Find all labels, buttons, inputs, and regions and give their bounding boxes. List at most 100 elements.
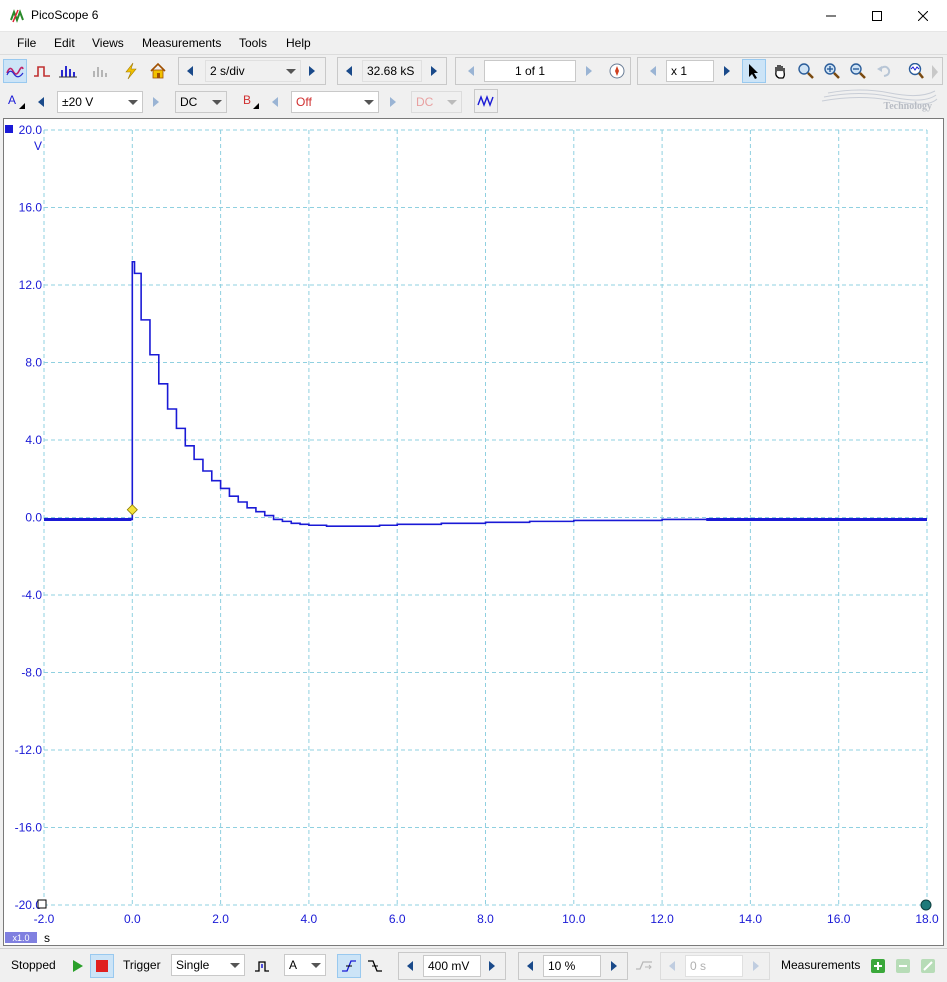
threshold-increase-button[interactable] xyxy=(483,955,501,977)
delay-increase-button xyxy=(747,955,765,977)
samples-group: 32.68 kS xyxy=(337,57,447,85)
pretrigger-decrease-button[interactable] xyxy=(521,955,539,977)
pretrigger-increase-button[interactable] xyxy=(605,955,623,977)
zoom-factor-field[interactable]: x 1 xyxy=(666,60,714,82)
trigger-marker[interactable] xyxy=(126,504,138,516)
y-tick-label: -8.0 xyxy=(21,666,42,680)
edit-measurement-icon xyxy=(916,954,940,978)
post-trigger-delay-icon xyxy=(632,954,656,978)
delay-field: 0 s xyxy=(685,955,743,977)
menu-help[interactable]: Help xyxy=(286,36,311,50)
samples-decrease-button[interactable] xyxy=(340,60,358,82)
zoom-group: x 1 xyxy=(637,57,943,85)
channel-a-range-select[interactable]: ±20 V xyxy=(57,91,143,113)
stop-icon[interactable] xyxy=(90,954,114,978)
menu-bar: File Edit Views Measurements Tools Help xyxy=(0,32,947,54)
home-icon[interactable] xyxy=(146,59,170,83)
rising-edge-icon[interactable] xyxy=(337,954,361,978)
measurements-label: Measurements xyxy=(781,958,861,972)
pretrigger-field[interactable]: 10 % xyxy=(543,955,601,977)
y-tick-label: 4.0 xyxy=(25,433,42,447)
y-tick-label: 12.0 xyxy=(19,278,43,292)
trigger-source-select[interactable]: A xyxy=(284,954,326,976)
samples-field[interactable]: 32.68 kS xyxy=(362,60,422,82)
timebase-increase-button[interactable] xyxy=(303,60,321,82)
delay-value: 0 s xyxy=(690,959,707,973)
channel-b-range-decrease[interactable] xyxy=(266,91,284,113)
pointer-tool-icon[interactable] xyxy=(742,59,766,83)
channel-b-label[interactable]: B xyxy=(243,93,251,107)
x-tick-label: 6.0 xyxy=(389,912,406,926)
samples-increase-button[interactable] xyxy=(425,60,443,82)
minimize-button[interactable] xyxy=(808,0,854,31)
channel-a-range-value: ±20 V xyxy=(62,95,94,109)
main-toolbar: 2 s/div 32.68 kS 1 of 1 x 1 xyxy=(0,54,947,86)
buffer-next-button[interactable] xyxy=(580,60,598,82)
x-tick-label: 2.0 xyxy=(212,912,229,926)
channel-b-menu-icon[interactable] xyxy=(253,103,259,109)
zoom-region-icon[interactable] xyxy=(794,59,818,83)
remove-measurement-icon xyxy=(891,954,915,978)
pico-logo: Technology xyxy=(820,87,938,115)
channel-b-range-select[interactable]: Off xyxy=(291,91,379,113)
channel-a-range-increase[interactable] xyxy=(147,91,165,113)
menu-views[interactable]: Views xyxy=(92,36,124,50)
hand-tool-icon[interactable] xyxy=(768,59,792,83)
timebase-decrease-button[interactable] xyxy=(181,60,199,82)
menu-edit[interactable]: Edit xyxy=(54,36,75,50)
y-tick-label: -4.0 xyxy=(21,588,42,602)
spectrum-mode-icon[interactable] xyxy=(56,59,80,83)
ruler-handle-right[interactable] xyxy=(920,899,932,911)
x-tick-label: 8.0 xyxy=(477,912,494,926)
menu-tools[interactable]: Tools xyxy=(239,36,267,50)
channel-a-range-decrease[interactable] xyxy=(32,91,50,113)
toolbar-overflow-icon[interactable] xyxy=(930,65,940,82)
buffer-prev-button[interactable] xyxy=(462,60,480,82)
signal-generator-icon[interactable] xyxy=(474,89,498,113)
start-icon[interactable] xyxy=(66,954,90,978)
spectrum-disabled-icon xyxy=(88,59,112,83)
menu-file[interactable]: File xyxy=(17,36,36,50)
threshold-decrease-button[interactable] xyxy=(401,955,419,977)
maximize-button[interactable] xyxy=(854,0,900,31)
scope-view[interactable]: -2.0 0.0 2.0 4.0 6.0 8.0 10.0 12.0 14.0 16.0 18.0 2… xyxy=(3,118,944,946)
channel-a-coupling-select[interactable]: DC xyxy=(175,91,227,113)
falling-edge-icon[interactable] xyxy=(363,954,387,978)
picoscope-logo-icon xyxy=(10,8,26,24)
timebase-value: 2 s/div xyxy=(210,64,245,78)
auto-setup-icon[interactable] xyxy=(119,59,143,83)
threshold-field[interactable]: 400 mV xyxy=(423,955,481,977)
buffer-navigator-icon[interactable] xyxy=(606,60,628,82)
trigger-label: Trigger xyxy=(123,958,161,972)
channel-b-coupling-select: DC xyxy=(411,91,462,113)
y-tick-label: 0.0 xyxy=(25,511,42,525)
persistence-mode-icon[interactable] xyxy=(30,59,54,83)
timebase-select[interactable]: 2 s/div xyxy=(205,60,301,82)
ruler-handle-left[interactable] xyxy=(37,899,47,909)
channel-a-label[interactable]: A xyxy=(8,93,16,107)
channel-a-menu-icon[interactable] xyxy=(19,103,25,109)
y-tick-label: 16.0 xyxy=(19,201,43,215)
scope-graph[interactable]: -2.0 0.0 2.0 4.0 6.0 8.0 10.0 12.0 14.0 16.0 18.0 2… xyxy=(4,119,943,945)
zoom-increase-button[interactable] xyxy=(718,60,736,82)
pretrigger-value: 10 % xyxy=(548,959,576,973)
y-tick-label: 20.0 xyxy=(19,123,43,137)
threshold-group: 400 mV xyxy=(398,952,506,980)
zoom-decrease-button[interactable] xyxy=(644,60,662,82)
buffer-field[interactable]: 1 of 1 xyxy=(484,60,576,82)
advanced-trigger-icon[interactable] xyxy=(250,954,274,978)
channel-b-range-increase[interactable] xyxy=(384,91,402,113)
add-measurement-icon[interactable] xyxy=(866,954,890,978)
zoom-out-icon[interactable] xyxy=(846,59,870,83)
x-tick-label: 0.0 xyxy=(124,912,141,926)
close-button[interactable] xyxy=(900,0,946,31)
menu-measurements[interactable]: Measurements xyxy=(142,36,221,50)
zoom-in-icon[interactable] xyxy=(820,59,844,83)
undo-zoom-icon xyxy=(872,59,896,83)
status-bar: Stopped Trigger Single A 400 mV 10 % 0 s… xyxy=(0,948,947,982)
scope-mode-icon[interactable] xyxy=(3,59,27,83)
x-tick-label: 10.0 xyxy=(562,912,586,926)
run-state-label: Stopped xyxy=(11,958,56,972)
zoom-overview-icon[interactable] xyxy=(904,59,928,83)
trigger-mode-select[interactable]: Single xyxy=(171,954,245,976)
